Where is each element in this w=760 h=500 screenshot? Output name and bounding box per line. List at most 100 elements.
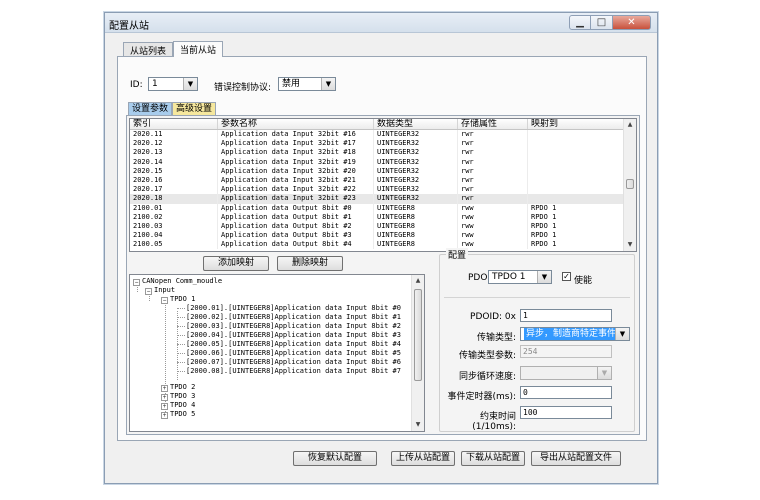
tree-node-entry[interactable]: [2000.06].[UINTEGER8]Application data In… bbox=[186, 349, 401, 358]
scroll-down-icon[interactable]: ▼ bbox=[624, 239, 636, 251]
table-row-selected[interactable]: 2020.18 Application data Input 32bit #23 U… bbox=[130, 194, 636, 204]
event-timer-input[interactable]: 0 bbox=[520, 386, 612, 399]
table-row[interactable]: 2020.13 Application data Input 32bit #18 U… bbox=[130, 148, 636, 158]
collapse-icon[interactable]: − bbox=[145, 288, 152, 295]
sync-speed-select[interactable]: ▼ bbox=[520, 366, 612, 380]
tree-node-label: Input bbox=[154, 286, 176, 294]
col-storage[interactable]: 存储属性 bbox=[458, 119, 528, 129]
table-row[interactable]: 2100.05 Application data Output 8bit #4 UI… bbox=[130, 240, 636, 250]
tree-node-tpdo3[interactable]: + TPDO 3 bbox=[161, 392, 195, 401]
config-slave-window: 配置从站 ▁ □ ✕ 从站列表 当前从站 ID: 1 ▼ 错误控制协议: 禁用 … bbox=[104, 12, 658, 484]
chevron-down-icon: ▼ bbox=[537, 271, 551, 283]
col-data-type[interactable]: 数据类型 bbox=[374, 119, 458, 129]
cell: Application data Input 32bit #23 bbox=[218, 194, 374, 204]
scroll-thumb[interactable] bbox=[414, 289, 422, 381]
collapse-icon[interactable]: − bbox=[133, 279, 140, 286]
cell: rww bbox=[458, 203, 528, 213]
inhibit-time-input[interactable]: 100 bbox=[520, 406, 612, 419]
restore-default-button[interactable]: 恢复默认配置 bbox=[293, 451, 377, 466]
table-row[interactable]: 2020.11 Application data Input 32bit #16 U… bbox=[130, 130, 636, 140]
tree-node-entry[interactable]: [2000.04].[UINTEGER8]Application data In… bbox=[186, 331, 401, 340]
expand-icon[interactable]: + bbox=[161, 385, 168, 392]
table-row[interactable]: 2020.16 Application data Input 32bit #21 U… bbox=[130, 175, 636, 186]
table-row[interactable]: 2100.02 Application data Output 8bit #1 UI… bbox=[130, 212, 636, 222]
cell: 2100.04 bbox=[130, 231, 218, 241]
cell: Application data Input 32bit #19 bbox=[218, 157, 374, 167]
tree-node-entry[interactable]: [2000.01].[UINTEGER8]Application data In… bbox=[186, 304, 401, 313]
separator bbox=[444, 297, 630, 298]
collapse-icon[interactable]: − bbox=[161, 297, 168, 304]
grid-body: 2020.11 Application data Input 32bit #16 U… bbox=[130, 130, 636, 250]
tree-line bbox=[177, 344, 185, 345]
tree-node-entry[interactable]: [2000.03].[UINTEGER8]Application data In… bbox=[186, 322, 401, 331]
grid-scrollbar[interactable]: ▲ ▼ bbox=[623, 119, 636, 251]
minimize-button[interactable]: ▁ bbox=[569, 15, 591, 30]
tree-node-tpdo2[interactable]: + TPDO 2 bbox=[161, 383, 195, 392]
export-config-file-button[interactable]: 导出从站配置文件 bbox=[531, 451, 621, 466]
tree-node-tpdo5[interactable]: + TPDO 5 bbox=[161, 410, 195, 419]
cell: 2100.01 bbox=[130, 203, 218, 213]
cell: rwr bbox=[458, 130, 528, 140]
table-row[interactable]: 2020.17 Application data Input 32bit #22 U… bbox=[130, 185, 636, 195]
cell bbox=[528, 175, 624, 186]
table-row[interactable]: 2020.15 Application data Input 32bit #20 U… bbox=[130, 166, 636, 176]
param-grid[interactable]: 索引 参数名称 数据类型 存储属性 映射到 2020.11 Application… bbox=[129, 118, 637, 252]
pdo-select[interactable]: TPDO 1 ▼ bbox=[488, 270, 552, 284]
scroll-down-icon[interactable]: ▼ bbox=[412, 419, 424, 431]
tree-scrollbar[interactable]: ▲ ▼ bbox=[411, 275, 424, 431]
cell: UINTEGER32 bbox=[374, 139, 458, 149]
id-select[interactable]: 1 ▼ bbox=[148, 77, 198, 91]
table-row[interactable]: 2100.01 Application data Output 8bit #0 UI… bbox=[130, 203, 636, 213]
add-mapping-button[interactable]: 添加映射 bbox=[203, 256, 269, 271]
cell: Application data Input 32bit #21 bbox=[218, 175, 374, 186]
tree-node-root[interactable]: − CANopen Comm_moudle bbox=[133, 277, 222, 286]
pdoid-label: PDOID: 0x bbox=[470, 312, 516, 322]
tree-node-entry[interactable]: [2000.02].[UINTEGER8]Application data In… bbox=[186, 313, 401, 322]
tab-slave-list[interactable]: 从站列表 bbox=[123, 42, 174, 57]
cell: rwr bbox=[458, 194, 528, 204]
expand-icon[interactable]: + bbox=[161, 394, 168, 401]
expand-icon[interactable]: + bbox=[161, 412, 168, 419]
tree-node-entry[interactable]: [2000.05].[UINTEGER8]Application data In… bbox=[186, 340, 401, 349]
expand-icon[interactable]: + bbox=[161, 403, 168, 410]
error-control-select[interactable]: 禁用 ▼ bbox=[278, 77, 336, 91]
cell: 2020.11 bbox=[130, 130, 218, 140]
table-row[interactable]: 2100.03 Application data Output 8bit #2 UI… bbox=[130, 221, 636, 232]
table-row[interactable]: 2020.12 Application data Input 32bit #17 U… bbox=[130, 139, 636, 149]
enable-checkbox[interactable]: ✓ bbox=[562, 272, 571, 281]
tree-node-input[interactable]: − Input bbox=[145, 286, 175, 295]
tab-advanced[interactable]: 高级设置 bbox=[172, 102, 217, 115]
close-button[interactable]: ✕ bbox=[613, 15, 651, 30]
upload-config-button[interactable]: 上传从站配置 bbox=[391, 451, 455, 466]
download-config-button[interactable]: 下载从站配置 bbox=[461, 451, 525, 466]
mapping-tree[interactable]: − CANopen Comm_moudle − Input − TPDO 1 [200… bbox=[129, 274, 425, 432]
table-row[interactable]: 2100.04 Application data Output 8bit #3 UI… bbox=[130, 231, 636, 241]
scroll-up-icon[interactable]: ▲ bbox=[412, 275, 424, 287]
tree-line bbox=[177, 311, 178, 380]
tree-node-entry[interactable]: [2000.08].[UINTEGER8]Application data In… bbox=[186, 367, 401, 376]
tree-node-tpdo1[interactable]: − TPDO 1 bbox=[161, 295, 195, 304]
cell: 2020.14 bbox=[130, 157, 218, 167]
col-mapped-to[interactable]: 映射到 bbox=[528, 119, 624, 129]
tab-current-slave[interactable]: 当前从站 bbox=[173, 41, 224, 57]
tree-node-tpdo4[interactable]: + TPDO 4 bbox=[161, 401, 195, 410]
pdoid-input[interactable]: 1 bbox=[520, 309, 612, 322]
chevron-down-icon: ▼ bbox=[321, 78, 335, 90]
delete-mapping-button[interactable]: 删除映射 bbox=[277, 256, 343, 271]
cell bbox=[528, 185, 624, 195]
error-control-label: 错误控制协议: bbox=[214, 83, 272, 93]
chevron-down-icon: ▼ bbox=[183, 78, 197, 90]
col-param-name[interactable]: 参数名称 bbox=[218, 119, 374, 129]
col-index[interactable]: 索引 bbox=[130, 119, 218, 129]
cell: rwr bbox=[458, 185, 528, 195]
transfer-param-input[interactable]: 254 bbox=[520, 345, 612, 358]
transfer-type-select[interactable]: 异步，制造商特定事件 ▼ bbox=[520, 327, 630, 341]
tree-node-entry[interactable]: [2000.07].[UINTEGER8]Application data In… bbox=[186, 358, 401, 367]
table-row[interactable]: 2020.14 Application data Input 32bit #19 U… bbox=[130, 157, 636, 167]
tree-node-label: TPDO 2 bbox=[170, 383, 196, 391]
scroll-thumb[interactable] bbox=[626, 179, 634, 189]
tab-set-params[interactable]: 设置参数 bbox=[128, 102, 173, 115]
maximize-button[interactable]: □ bbox=[591, 15, 613, 30]
scroll-up-icon[interactable]: ▲ bbox=[624, 119, 636, 131]
id-label: ID: bbox=[130, 80, 143, 90]
